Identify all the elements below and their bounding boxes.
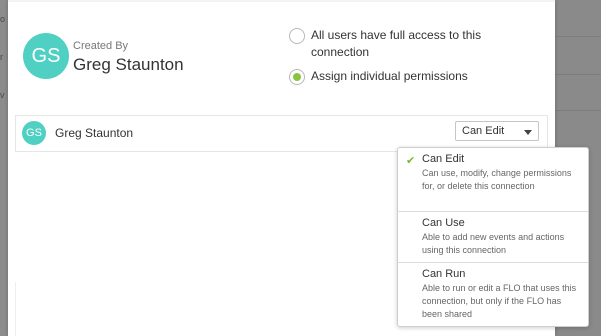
all-users-access-label: All users have full access to this conne… <box>311 28 482 59</box>
permission-dropdown-menu: ✔ Can Edit Can use, modify, change permi… <box>397 147 589 327</box>
option-description: Able to add new events and actions using… <box>422 232 565 255</box>
creator-name: Greg Staunton <box>73 55 184 74</box>
all-users-access-option[interactable]: All users have full access to this conne… <box>289 27 489 61</box>
checkmark-icon: ✔ <box>406 155 416 167</box>
radio-checked-icon[interactable] <box>289 69 305 85</box>
background-divider <box>555 36 601 37</box>
background-text-fragment: r <box>0 52 3 62</box>
permission-option-can-use[interactable]: Can Use Able to add new events and actio… <box>398 211 588 262</box>
individual-permissions-option[interactable]: Assign individual permissions <box>289 68 509 85</box>
option-description: Can use, modify, change permissions for,… <box>422 168 572 191</box>
individual-permissions-label: Assign individual permissions <box>311 69 468 83</box>
radio-unchecked-icon[interactable] <box>289 28 305 44</box>
caret-down-icon <box>524 130 532 135</box>
background-text-fragment: o <box>0 14 6 24</box>
background-divider <box>555 74 601 75</box>
background-divider <box>555 110 601 111</box>
user-avatar: GS <box>22 121 46 145</box>
background-left-strip: o r v <box>0 0 8 336</box>
background-text-fragment: v <box>0 90 5 100</box>
modal-top-edge <box>8 0 555 2</box>
permission-option-can-edit[interactable]: ✔ Can Edit Can use, modify, change permi… <box>398 148 588 211</box>
permission-select[interactable]: Can Edit <box>455 121 539 141</box>
permission-option-can-run[interactable]: Can Run Able to run or edit a FLO that u… <box>398 262 588 325</box>
permission-select-value: Can Edit <box>462 125 505 137</box>
lower-panel <box>15 282 406 336</box>
created-by-label: Created By <box>73 40 129 52</box>
user-name: Greg Staunton <box>55 126 134 140</box>
option-description: Able to run or edit a FLO that uses this… <box>422 283 577 319</box>
option-title: Can Edit <box>422 153 465 165</box>
option-title: Can Use <box>422 217 465 229</box>
creator-avatar: GS <box>23 33 69 79</box>
option-title: Can Run <box>422 268 466 280</box>
